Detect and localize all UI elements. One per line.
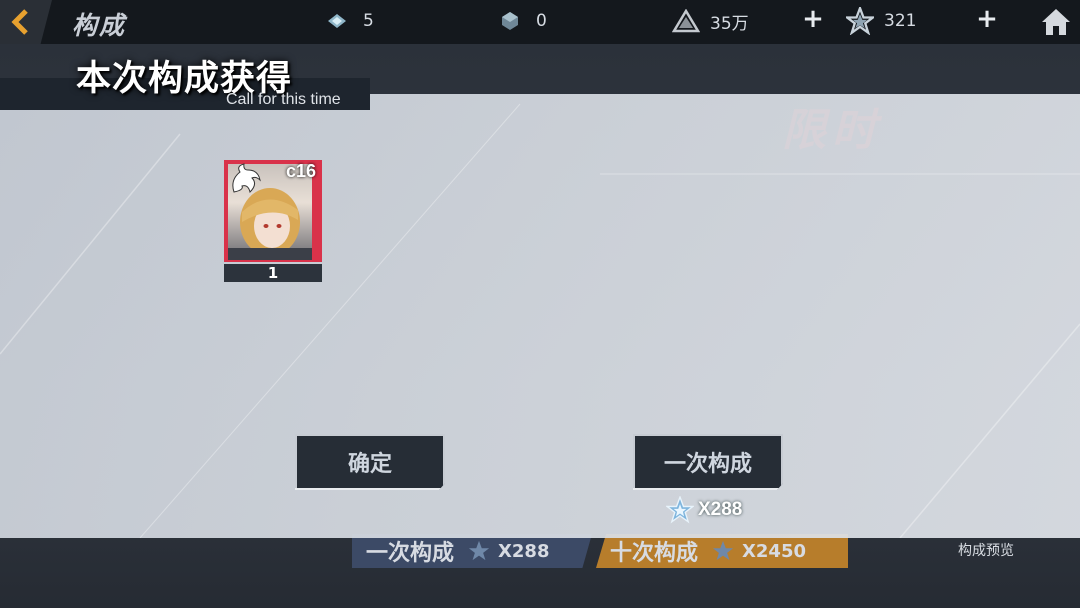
cube-ticket-count: 0 xyxy=(536,11,547,31)
panel-decoration xyxy=(0,103,1080,538)
faction-dragon-icon xyxy=(232,163,261,193)
resource-star-crystal[interactable]: 321 xyxy=(846,7,917,35)
crystal-count: 5 xyxy=(363,11,374,31)
character-code: c16 xyxy=(285,161,316,181)
star-crystal-icon xyxy=(666,496,694,524)
resource-crystal[interactable]: 5 xyxy=(325,8,374,34)
result-subtitle: Call for this time xyxy=(226,91,341,108)
star-crystal-icon xyxy=(846,7,874,35)
result-character-card[interactable]: c16 xyxy=(224,160,322,262)
ten-call-label: 十次构成 xyxy=(610,541,699,566)
crystal-icon xyxy=(328,14,346,28)
cube-ticket-icon xyxy=(502,12,518,30)
resource-cube-ticket[interactable]: 0 xyxy=(498,8,547,34)
star-crystal-count: 321 xyxy=(884,11,917,31)
call-again-cost: X288 xyxy=(666,496,742,524)
star-crystal-icon xyxy=(712,540,734,561)
call-again-button[interactable]: 一次构成 xyxy=(633,434,783,490)
call-again-cost-value: X288 xyxy=(698,499,743,520)
background-ten-call-button: 十次构成 X2450 xyxy=(596,534,848,568)
home-icon[interactable] xyxy=(1038,4,1074,40)
add-coin-button[interactable]: + xyxy=(802,6,824,32)
page-title: 构成 xyxy=(72,11,127,40)
top-bar: 构成 5 0 35万 + 321 + xyxy=(0,0,1080,45)
resource-coin[interactable]: 35万 xyxy=(672,8,749,34)
background-single-call-button: 一次构成 X288 xyxy=(352,534,592,568)
ten-call-cost-value: X2450 xyxy=(742,540,806,562)
single-call-label: 一次构成 xyxy=(366,541,455,566)
star-crystal-icon xyxy=(468,540,490,561)
coin-count: 35万 xyxy=(710,13,749,34)
ten-call-cost: X2450 xyxy=(712,540,806,562)
result-item-count: 1 xyxy=(224,264,322,282)
result-panel xyxy=(0,94,1080,538)
single-call-cost-value: X288 xyxy=(498,540,550,562)
confirm-button[interactable]: 确定 xyxy=(295,434,445,490)
back-button[interactable] xyxy=(0,0,52,44)
add-star-crystal-button[interactable]: + xyxy=(976,6,998,32)
single-call-cost: X288 xyxy=(468,540,549,562)
call-preview-label: 构成预览 xyxy=(958,543,1014,559)
chevron-left-icon xyxy=(11,9,28,35)
coin-triangle-icon xyxy=(672,9,700,33)
